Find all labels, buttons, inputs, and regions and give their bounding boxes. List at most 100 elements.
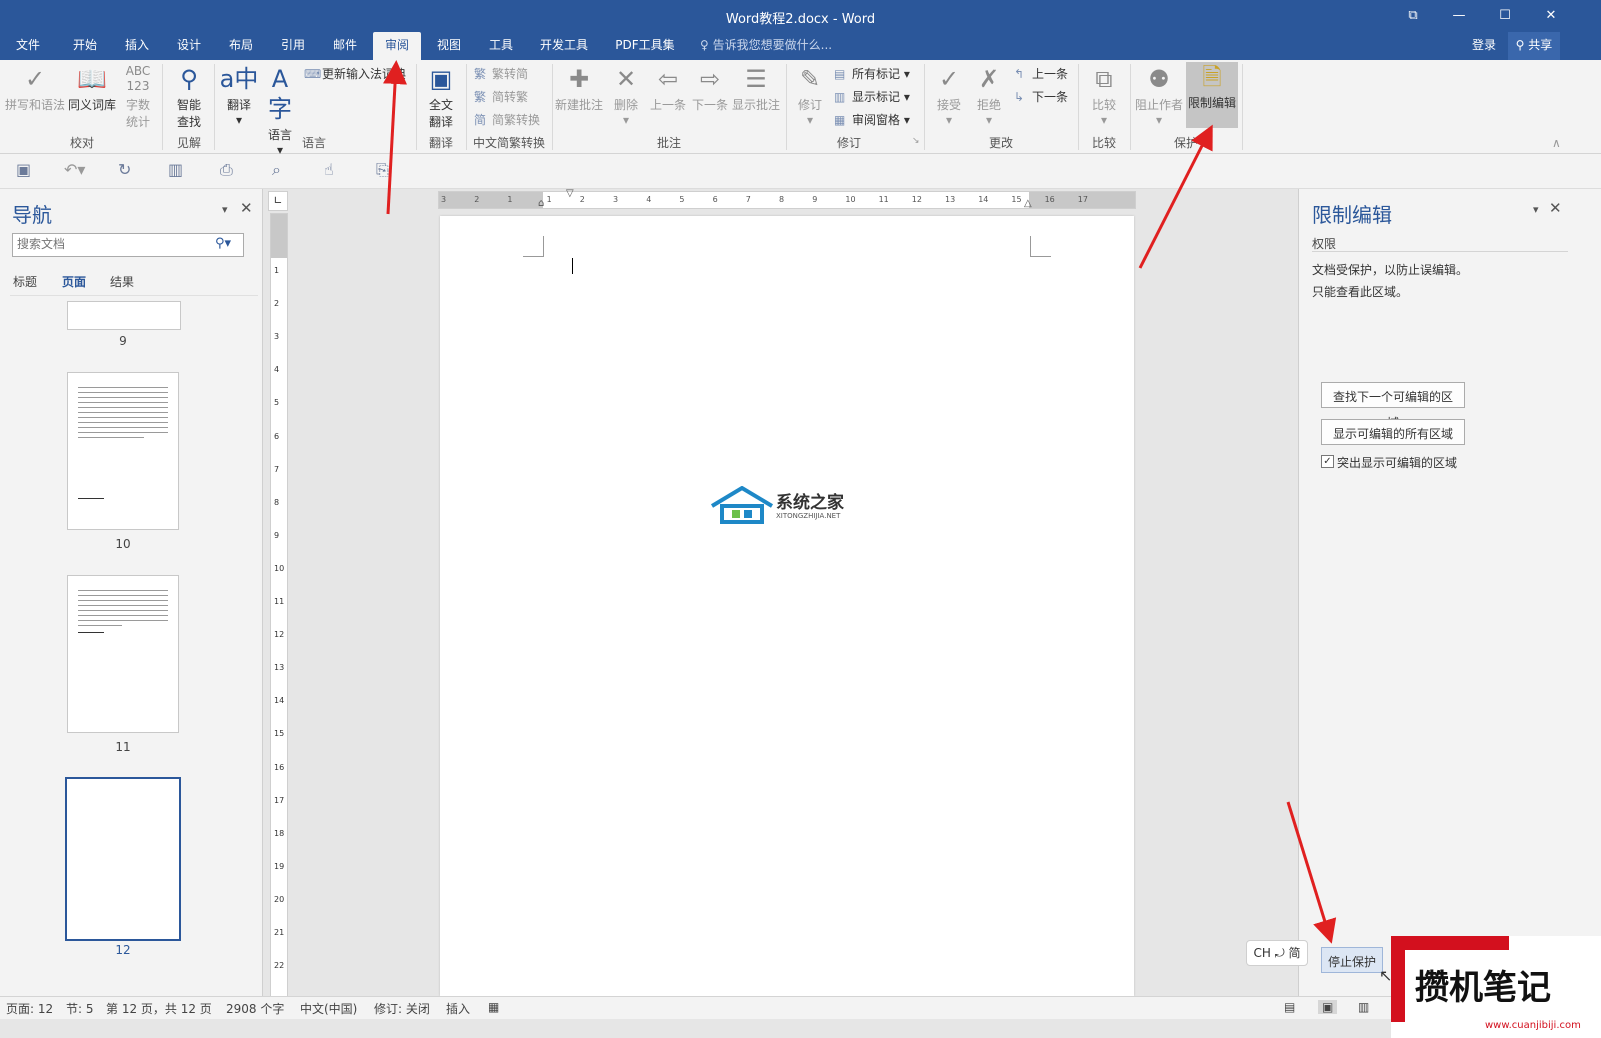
customize-icon[interactable]: ⎘ <box>376 160 389 180</box>
next-change-button[interactable]: ↳ 下一条 <box>1014 88 1068 105</box>
redo-icon[interactable]: ↻ <box>118 160 131 179</box>
block-authors-button[interactable]: ⚉ 阻止作者 ▾ <box>1134 64 1184 127</box>
tab-developer[interactable]: 开发工具 <box>532 32 596 60</box>
highlight-checkbox[interactable]: ✓ <box>1321 455 1334 468</box>
spelling-grammar-button[interactable]: ✓ 拼写和语法 <box>4 64 66 113</box>
left-indent-icon[interactable]: ⌂ <box>538 198 544 209</box>
save-icon[interactable]: ▣ <box>16 160 31 179</box>
search-icon[interactable]: ⚲▾ <box>215 236 231 251</box>
nav-search-input[interactable] <box>13 234 211 254</box>
reject-button[interactable]: ✗ 拒绝 ▾ <box>970 64 1008 127</box>
tab-review[interactable]: 审阅 <box>373 32 421 60</box>
undo-icon[interactable]: ↶▾ <box>64 160 85 179</box>
status-page-of[interactable]: 第 12 页，共 12 页 <box>106 1000 212 1017</box>
tracking-options-launcher[interactable]: ↘ <box>912 136 920 146</box>
to-simplified-button[interactable]: 繁繁转简 <box>474 65 528 82</box>
update-ime-button[interactable]: ⌨更新输入法词典 <box>304 65 406 82</box>
status-insert-mode[interactable]: 插入 <box>446 1000 470 1017</box>
minimize-button[interactable]: — <box>1436 0 1482 32</box>
show-all-regions-button[interactable]: 显示可编辑的所有区域 <box>1321 419 1465 445</box>
tab-references[interactable]: 引用 <box>271 32 315 60</box>
prev-change-button[interactable]: ↰ 上一条 <box>1014 65 1068 82</box>
show-markup-button[interactable]: ▥ 显示标记 ▾ <box>834 88 910 105</box>
status-track-changes[interactable]: 修订: 关闭 <box>374 1000 430 1017</box>
magnifier-icon: ⚲ <box>180 65 198 93</box>
prev-comment-button[interactable]: ⇦ 上一条 <box>648 64 688 113</box>
restrict-editing-pane: 限制编辑 ▾ ✕ 权限 文档受保护，以防止误编辑。 只能查看此区域。 查找下一个… <box>1298 189 1601 996</box>
nav-tab-headings[interactable]: 标题 <box>13 273 37 290</box>
word-count-button[interactable]: ABC 123 字数 统计 <box>120 64 156 130</box>
prev-change-label: 上一条 <box>1032 67 1069 81</box>
convert-button[interactable]: 简简繁转换 <box>474 111 540 128</box>
tab-mailings[interactable]: 邮件 <box>323 32 367 60</box>
all-markup-select[interactable]: ▤ 所有标记 ▾ <box>834 65 910 82</box>
read-mode-icon[interactable]: ▥ <box>168 160 183 179</box>
tab-insert[interactable]: 插入 <box>115 32 159 60</box>
page-number: 12 <box>115 943 131 957</box>
person-icon: ⚲ <box>1515 38 1525 52</box>
markup-icon: ▤ <box>834 67 846 81</box>
tab-home[interactable]: 开始 <box>63 32 107 60</box>
print-icon[interactable]: ⎙ <box>220 160 233 180</box>
thesaurus-button[interactable]: 📖 同义词库 <box>66 64 118 113</box>
reviewing-pane-button[interactable]: ▦ 审阅窗格 ▾ <box>834 111 910 128</box>
page-thumbnail[interactable] <box>67 372 179 530</box>
simplified-icon: 繁 <box>474 67 487 81</box>
page-thumbnail[interactable] <box>67 301 181 330</box>
nav-tab-pages[interactable]: 页面 <box>62 273 86 290</box>
status-section[interactable]: 节: 5 <box>66 1000 94 1017</box>
restrict-editing-button[interactable]: 🗎 限制编辑 <box>1186 62 1238 128</box>
status-language[interactable]: 中文(中国) <box>300 1000 357 1017</box>
ruler-label: 1 <box>274 266 280 275</box>
read-mode-view-icon[interactable]: ▤ <box>1284 1000 1295 1014</box>
tab-selector-icon[interactable]: ∟ <box>268 191 288 211</box>
tab-layout[interactable]: 布局 <box>219 32 263 60</box>
full-translate-button[interactable]: ▣ 全文 翻译 <box>420 64 462 130</box>
login-link[interactable]: 登录 <box>1466 32 1502 60</box>
right-indent-icon[interactable]: △ <box>1024 198 1032 209</box>
vertical-ruler[interactable]: 1 2 3 4 5 6 7 8 9 10 11 12 13 14 15 16 17 18 19 20 21 22 <box>270 213 288 998</box>
tab-tools[interactable]: 工具 <box>479 32 523 60</box>
tab-pdf-tools[interactable]: PDF工具集 <box>608 32 682 60</box>
horizontal-ruler[interactable]: 3 2 1 1 2 3 4 5 6 7 8 9 10 11 12 13 14 15 16 17 ▽ ⌂ △ <box>438 188 1136 209</box>
status-word-count[interactable]: 2908 个字 <box>226 1000 284 1017</box>
tell-me-box[interactable]: ♀ 告诉我您想要做什么... <box>700 32 840 60</box>
delete-comment-button[interactable]: ✕ 删除 ▾ <box>606 64 646 127</box>
close-button[interactable]: ✕ <box>1528 0 1574 32</box>
page-thumbnail[interactable] <box>67 575 179 733</box>
print-layout-view-icon[interactable]: ▣ <box>1318 1000 1338 1014</box>
ribbon-display-icon[interactable]: ⧉ <box>1390 0 1436 32</box>
find-next-region-button[interactable]: 查找下一个可编辑的区域 <box>1321 382 1465 430</box>
to-traditional-button[interactable]: 繁简转繁 <box>474 88 528 105</box>
tab-view[interactable]: 视图 <box>427 32 471 60</box>
share-button[interactable]: ⚲ 共享 <box>1508 32 1560 60</box>
tab-file[interactable]: 文件 <box>6 32 50 60</box>
status-page[interactable]: 页面: 12 <box>6 1000 53 1017</box>
nav-close-icon[interactable]: ✕ <box>240 199 253 217</box>
track-changes-button[interactable]: ✎ 修订 ▾ <box>792 64 828 127</box>
pane-options-icon[interactable]: ▾ <box>1533 203 1539 216</box>
touch-mode-icon[interactable]: ☝ <box>324 160 334 179</box>
compare-button[interactable]: ⧉ 比较 ▾ <box>1084 64 1124 127</box>
print-preview-icon[interactable]: ⌕ <box>272 160 281 180</box>
pane-close-icon[interactable]: ✕ <box>1549 199 1562 217</box>
collapse-ribbon-icon[interactable]: ∧ <box>1552 136 1561 150</box>
nav-tab-results[interactable]: 结果 <box>110 273 134 290</box>
maximize-button[interactable]: ☐ <box>1482 0 1528 32</box>
macro-record-icon[interactable]: ▦ <box>488 1000 499 1014</box>
smart-lookup-button[interactable]: ⚲ 智能 查找 <box>168 64 210 130</box>
page-thumbnail-current[interactable] <box>65 777 181 941</box>
document-page[interactable]: 系统之家 XITONGZHIJIA.NET <box>440 216 1134 996</box>
web-layout-view-icon[interactable]: ▥ <box>1358 1000 1369 1014</box>
ime-indicator[interactable]: CH ⤾ 简 <box>1246 940 1308 966</box>
first-line-indent-icon[interactable]: ▽ <box>566 188 574 199</box>
next-comment-button[interactable]: ⇨ 下一条 <box>690 64 730 113</box>
nav-options-icon[interactable]: ▾ <box>222 203 228 216</box>
show-comments-button[interactable]: ☰ 显示批注 <box>730 64 782 113</box>
tab-design[interactable]: 设计 <box>167 32 211 60</box>
status-bar: 页面: 12 节: 5 第 12 页，共 12 页 2908 个字 中文(中国)… <box>0 996 1601 1019</box>
new-comment-button[interactable]: ✚ 新建批注 <box>554 64 604 113</box>
accept-button[interactable]: ✓ 接受 ▾ <box>930 64 968 127</box>
translate-button[interactable]: a中 翻译 ▾ <box>218 64 260 127</box>
stop-protection-button[interactable]: 停止保护 <box>1321 947 1383 973</box>
